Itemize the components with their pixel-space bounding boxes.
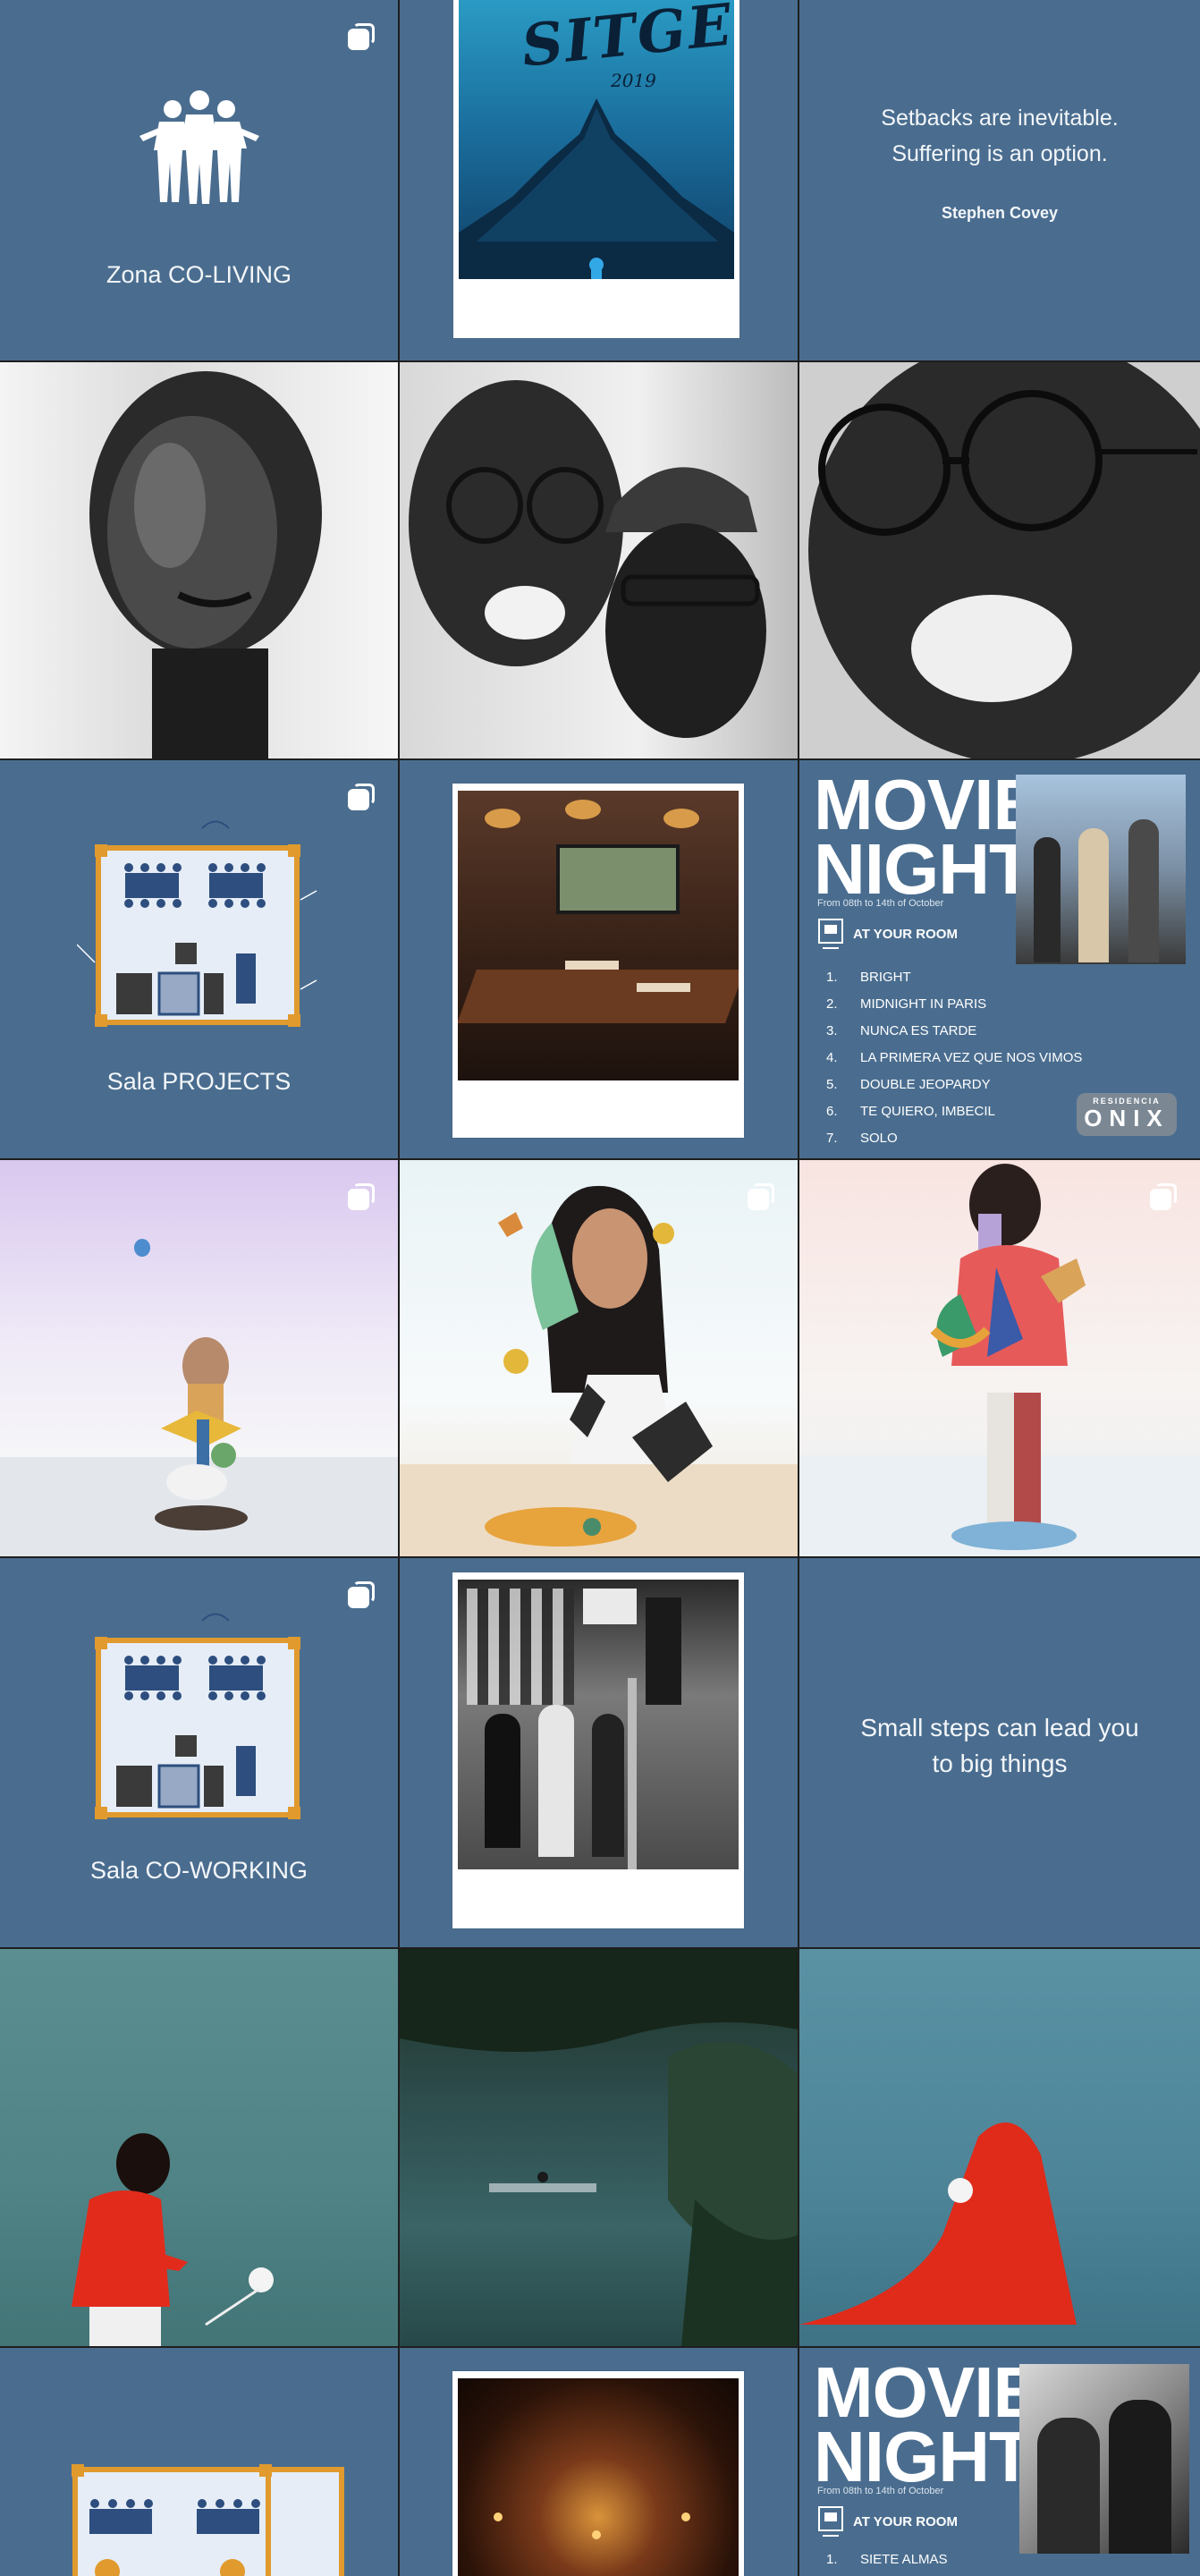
movie-night-title-line2: NIGHT [814,2417,1033,2496]
profile-photo-grid: Zona CO-LIVING SITGES 2019 Setbacks are … [0,0,1200,2576]
grid-post-sala-coworking[interactable]: Sala CO-WORKING [0,1558,398,1947]
movie-list-item: 6. TE QUIERO, IMBECIL [826,1104,995,1119]
polaroid-frame [452,784,744,1138]
grid-post-quote-covey[interactable]: Setbacks are inevitable. Suffering is an… [799,0,1200,360]
portrait-artwork [89,371,322,758]
projects-label: Sala PROJECTS [106,1068,292,1095]
grid-post-portrait-3[interactable] [799,362,1200,758]
grid-post-sitges[interactable]: SITGES 2019 [400,0,798,360]
grid-post-red-cloth[interactable] [799,1949,1200,2346]
quote-text-line2: Suffering is an option. [892,141,1108,166]
street-photo [458,1580,739,1869]
polaroid-frame [452,1572,744,1928]
grid-post-quote-small-steps[interactable]: Small steps can lead you to big things [799,1558,1200,1947]
multiple-images-icon [1150,1183,1177,1210]
grid-post-portrait-2[interactable] [400,362,798,758]
residencia-onix-badge: RESIDENCIA ONIX [1077,1093,1177,1136]
quote-text-line1: Setbacks are inevitable. [881,106,1119,131]
sitges-title: SITGES [518,0,734,80]
collage-sculpture-artwork [155,1337,248,1530]
floor-plan-icon [95,1613,300,1819]
movie-list: 1. SIETE ALMAS [826,2546,948,2573]
grid-post-red-sweater[interactable] [0,1949,398,2346]
projector-icon [818,2506,843,2537]
movie-poster-image [1016,775,1186,964]
people-group-icon [139,90,259,204]
quote-line2: to big things [932,1750,1068,1777]
multiple-images-icon [348,1581,375,1608]
grid-post-portrait-1[interactable] [0,362,398,758]
grid-post-sala-projects[interactable]: Sala PROJECTS [0,760,398,1158]
movie-night-location: AT YOUR ROOM [853,2514,958,2529]
movie-list-item: 7. SOLO [826,1131,898,1146]
grid-post-collage-2[interactable] [400,1160,798,1556]
movie-night-dates: From 08th to 14th of October [817,898,944,909]
movie-list-item: 2. MIDNIGHT IN PARIS [826,996,987,1012]
grid-post-movie-night-2[interactable]: MOVIE NIGHT From 08th to 14th of October… [799,2348,1200,2576]
grid-post-street-bw[interactable] [400,1558,798,1947]
floor-plan-icon [77,820,317,1027]
projector-icon [818,919,843,949]
quote-line1: Small steps can lead you [860,1714,1139,1741]
sitges-year: 2019 [611,70,656,91]
quote-author: Stephen Covey [941,204,1059,222]
coworking-label: Sala CO-WORKING [89,1857,308,1884]
movie-poster-image [1019,2364,1189,2554]
grid-post-coliving[interactable]: Zona CO-LIVING [0,0,398,360]
movie-night-title-line2: NIGHT [814,829,1033,909]
movie-list-item: 3. NUNCA ES TARDE [826,1023,977,1038]
polaroid-frame [452,2371,744,2576]
multiple-images-icon [348,1183,375,1210]
portrait-photo [799,2123,1077,2325]
grid-post-floor-plan-2[interactable] [0,2348,398,2576]
polaroid-frame: SITGES 2019 [453,0,739,338]
movie-list-item: 4. LA PRIMERA VEZ QUE NOS VIMOS [826,1050,1083,1065]
restaurant-photo [458,791,739,1080]
movie-list-item: 5. DOUBLE JEOPARDY [826,1077,991,1092]
movie-list-item: 1. BRIGHT [826,970,911,985]
grid-post-restaurant[interactable] [400,760,798,1158]
movie-night-location: AT YOUR ROOM [853,927,958,942]
multiple-images-icon [348,784,375,810]
grid-post-collage-3[interactable] [799,1160,1200,1556]
portrait-artwork [409,380,766,738]
floor-plan-icon [72,2464,344,2576]
bar-photo [458,2378,739,2576]
movie-night-title-line1: MOVIE [814,765,1041,844]
grid-post-bar-night[interactable] [400,2348,798,2576]
movie-list: 1. BRIGHT 2. MIDNIGHT IN PARIS 3. NUNCA ES … [826,964,1082,1152]
collage-woman-artwork [485,1185,713,1546]
movie-list-item: 1. SIETE ALMAS [826,2552,948,2567]
multiple-images-icon [748,1183,774,1210]
collage-figure-artwork [930,1164,1086,1550]
movie-night-dates: From 08th to 14th of October [817,2486,944,2496]
sitges-poster: SITGES 2019 [459,0,734,279]
grid-post-movie-night-1[interactable]: MOVIE NIGHT From 08th to 14th of October… [799,760,1200,1158]
portrait-artwork [808,362,1200,758]
movie-night-title-line1: MOVIE [814,2352,1041,2432]
multiple-images-icon [348,23,375,50]
crowd-mountain-graphic [459,98,734,279]
grid-post-collage-1[interactable] [0,1160,398,1556]
lake-photo [400,1949,798,2346]
grid-post-lake-boat[interactable] [400,1949,798,2346]
coliving-label: Zona CO-LIVING [106,261,292,288]
portrait-photo [72,2133,274,2346]
